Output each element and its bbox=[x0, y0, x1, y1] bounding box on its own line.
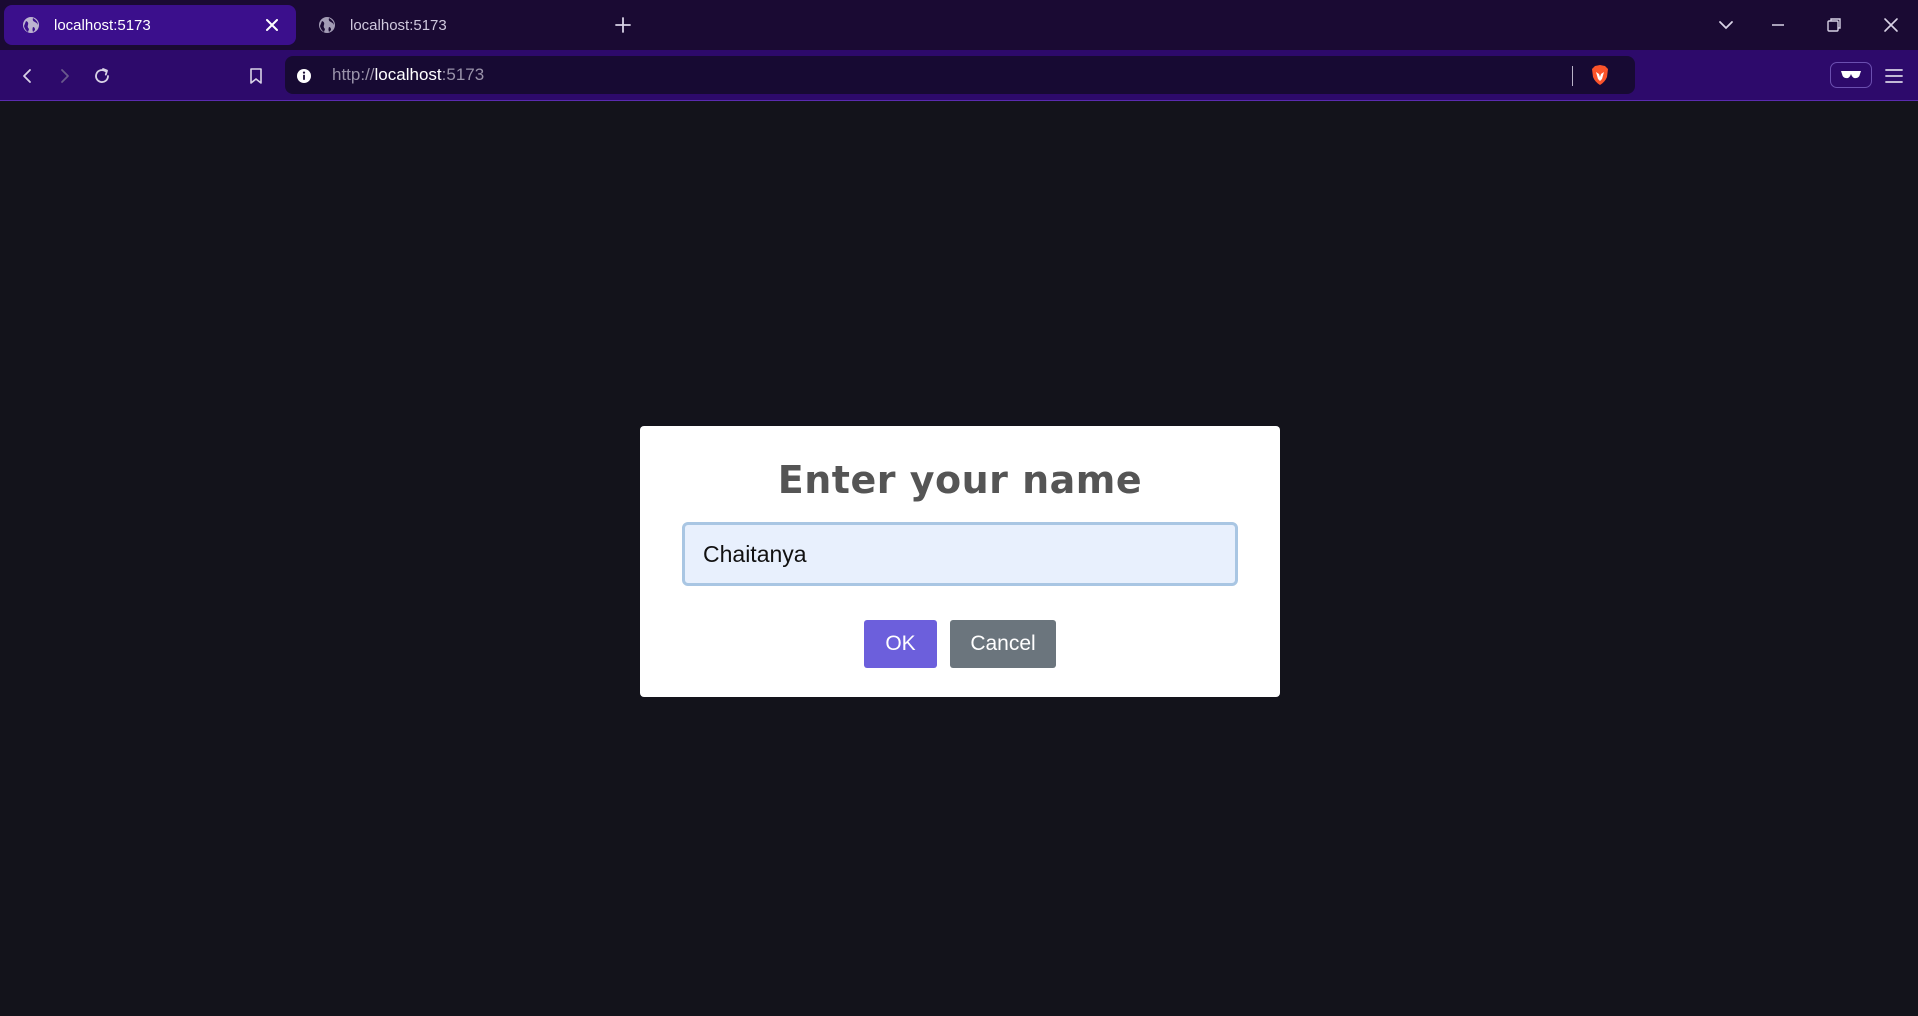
hamburger-icon[interactable] bbox=[1881, 63, 1907, 89]
url-port: :5173 bbox=[441, 65, 485, 84]
page-viewport: Enter your name OK Cancel bbox=[0, 102, 1918, 1016]
name-input[interactable] bbox=[682, 522, 1238, 586]
name-dialog: Enter your name OK Cancel bbox=[640, 426, 1280, 697]
ok-button[interactable]: OK bbox=[864, 620, 937, 668]
url-host: localhost bbox=[374, 65, 442, 84]
plus-icon[interactable] bbox=[611, 13, 635, 37]
tab-title: localhost:5173 bbox=[350, 16, 447, 34]
brave-lion-icon[interactable] bbox=[1589, 64, 1611, 86]
chevron-right-icon[interactable] bbox=[52, 63, 78, 89]
dialog-title: Enter your name bbox=[777, 458, 1143, 502]
minimize-icon[interactable] bbox=[1764, 11, 1792, 39]
reload-icon[interactable] bbox=[89, 63, 115, 89]
glasses-icon[interactable] bbox=[1830, 62, 1872, 88]
restore-icon[interactable] bbox=[1820, 11, 1848, 39]
tab-title: localhost:5173 bbox=[54, 16, 151, 34]
address-separator bbox=[1572, 66, 1573, 86]
info-icon[interactable] bbox=[295, 67, 312, 84]
address-bar[interactable]: http://localhost:5173 bbox=[285, 56, 1635, 94]
close-tab-icon[interactable] bbox=[262, 15, 282, 35]
browser-toolbar: http://localhost:5173 bbox=[0, 50, 1918, 101]
url-scheme: http:// bbox=[332, 65, 375, 84]
tab-active[interactable]: localhost:5173 bbox=[4, 5, 296, 45]
address-url[interactable]: http://localhost:5173 bbox=[332, 65, 484, 85]
chevron-left-icon[interactable] bbox=[14, 63, 40, 89]
globe-icon bbox=[318, 16, 336, 34]
close-window-icon[interactable] bbox=[1877, 11, 1905, 39]
tab-list-chevron-icon[interactable] bbox=[1712, 11, 1740, 39]
cancel-button[interactable]: Cancel bbox=[950, 620, 1056, 668]
tab-strip: localhost:5173 localhost:5173 bbox=[0, 0, 1918, 50]
globe-icon bbox=[22, 16, 40, 34]
bookmark-icon[interactable] bbox=[243, 63, 269, 89]
tab-inactive[interactable]: localhost:5173 bbox=[300, 5, 592, 45]
